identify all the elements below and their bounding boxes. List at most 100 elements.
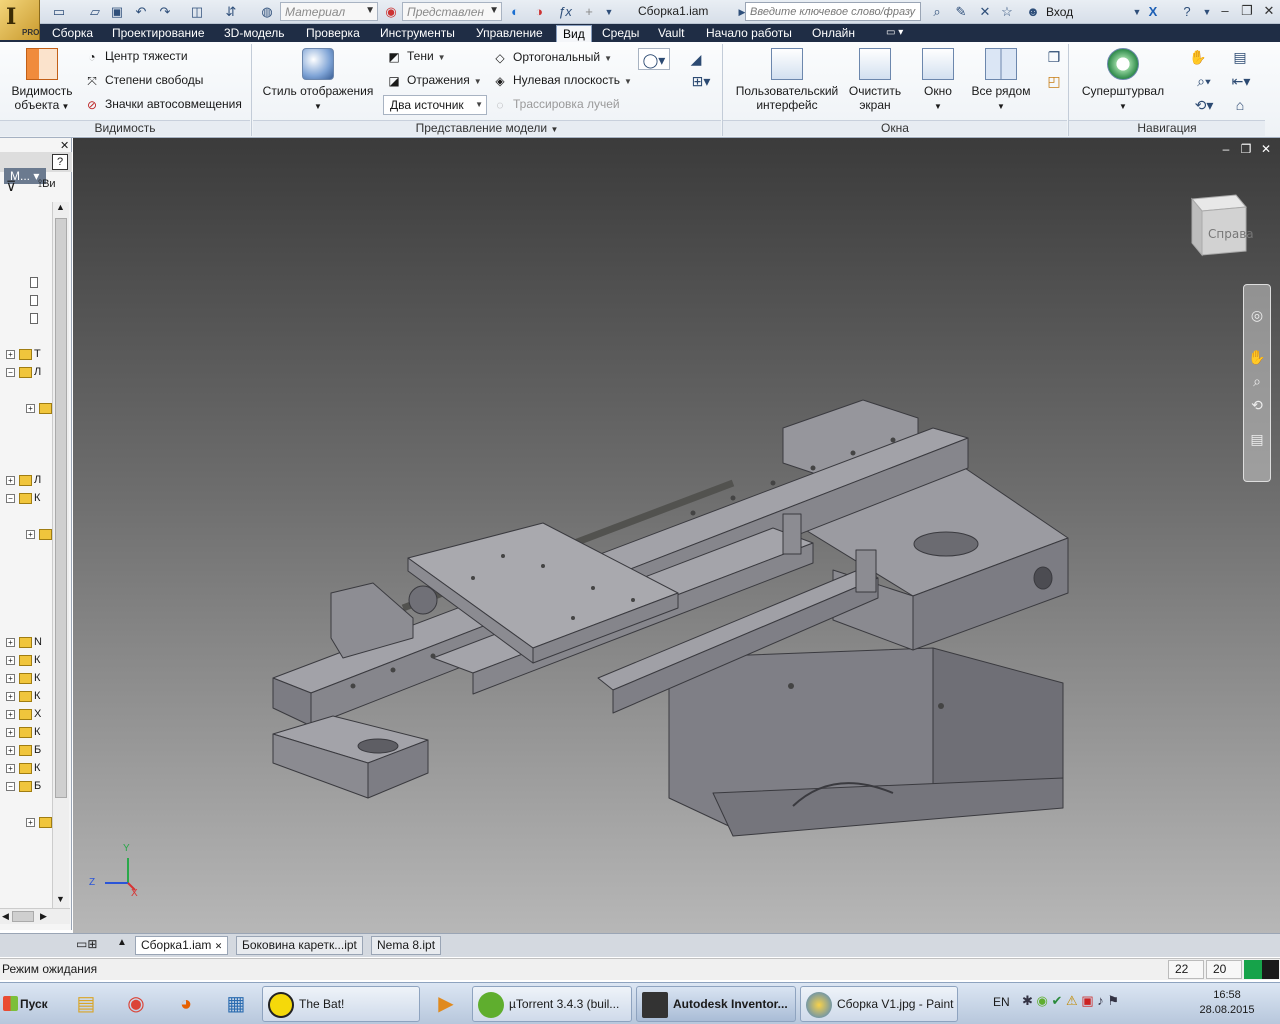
- collapse-icon[interactable]: −: [6, 493, 15, 503]
- favorites-star-icon[interactable]: ☆: [998, 3, 1016, 21]
- tree-node[interactable]: − Л: [6, 364, 41, 380]
- taskbar-paint[interactable]: Сборка V1.jpg - Paint: [800, 986, 958, 1022]
- browser-vertical-scrollbar[interactable]: ▲ ▼: [52, 202, 69, 910]
- restore-icon[interactable]: ❐: [1236, 0, 1258, 22]
- tab-online[interactable]: Онлайн: [806, 25, 861, 42]
- fx-parameters-icon[interactable]: ƒx: [556, 3, 574, 21]
- taskbar-utorrent[interactable]: µTorrent 3.4.3 (buil...: [472, 986, 632, 1022]
- tree-node[interactable]: + К: [6, 652, 40, 668]
- network-tray-icon[interactable]: ▣: [1081, 993, 1093, 1008]
- ray-tracing-button[interactable]: ◌ Трассировка лучей: [492, 94, 619, 114]
- section-view-icon[interactable]: ◢: [684, 48, 708, 70]
- object-visibility-button[interactable]: Видимость объекта ▼: [6, 48, 78, 114]
- tree-node[interactable]: + Х: [6, 706, 41, 722]
- expand-icon[interactable]: +: [6, 709, 15, 719]
- reflections-button[interactable]: ◪ Отражения ▼: [386, 70, 481, 90]
- filter-icon[interactable]: ⊽: [6, 178, 16, 195]
- expand-icon[interactable]: +: [6, 349, 15, 359]
- tools-icon[interactable]: ✎: [952, 3, 970, 21]
- ribbon-options-icon[interactable]: ▭ ▾: [880, 25, 909, 42]
- half-section-icon[interactable]: ⊞▾: [684, 70, 718, 92]
- tab-view[interactable]: Вид: [556, 25, 592, 42]
- scroll-up-icon[interactable]: ▲: [56, 202, 65, 212]
- center-of-gravity-button[interactable]: ◔ Центр тяжести: [84, 46, 187, 66]
- tree-node[interactable]: + К: [6, 724, 40, 740]
- material-combo[interactable]: Материал ▼: [280, 2, 378, 21]
- auto-snap-icons-button[interactable]: ⊘ Значки автосовмещения: [84, 94, 242, 114]
- look-at-icon[interactable]: ▤: [1228, 46, 1252, 68]
- expand-icon[interactable]: +: [26, 403, 35, 413]
- orbit-icon[interactable]: ⟲▾: [1186, 94, 1222, 116]
- orthographic-button[interactable]: ◇ Ортогональный ▼: [492, 47, 612, 67]
- new-file-icon[interactable]: ▭: [50, 3, 68, 21]
- switch-window-button[interactable]: Окно ▼: [916, 48, 960, 114]
- tab-environments[interactable]: Среды: [596, 25, 645, 42]
- warning-tray-icon[interactable]: ⚠: [1066, 993, 1078, 1008]
- tab-inspect[interactable]: Проверка: [300, 25, 366, 42]
- tile-view-icon[interactable]: ▭⊞: [76, 937, 97, 951]
- undo-icon[interactable]: ↶: [132, 3, 150, 21]
- explorer-icon[interactable]: ▤: [64, 986, 108, 1022]
- expand-icon[interactable]: +: [6, 763, 15, 773]
- doc-tab-part-1[interactable]: Боковина каретк...ipt: [236, 936, 363, 955]
- scrollbar-thumb[interactable]: [12, 911, 34, 922]
- browser-view-label[interactable]: ⟟Ви: [38, 178, 56, 191]
- assembly-model[interactable]: [73, 138, 1280, 933]
- tree-node[interactable]: + К: [6, 670, 40, 686]
- previous-view-icon[interactable]: ⇤▾: [1228, 70, 1254, 92]
- scroll-right-icon[interactable]: ▶: [40, 911, 47, 922]
- calculator-icon[interactable]: ▦: [214, 986, 258, 1022]
- tree-node[interactable]: + К: [6, 688, 40, 704]
- clean-screen-button[interactable]: Очистить экран: [846, 48, 904, 112]
- close-tab-icon[interactable]: ✕: [215, 941, 223, 951]
- scrollbar-thumb[interactable]: [55, 218, 67, 798]
- media-player-icon[interactable]: ▶: [424, 986, 468, 1022]
- model-view-panel-title[interactable]: Представление модели ▼: [253, 120, 721, 136]
- pan-icon[interactable]: ✋: [1244, 345, 1270, 369]
- taskbar-inventor[interactable]: Autodesk Inventor...: [636, 986, 796, 1022]
- tab-get-started[interactable]: Начало работы: [700, 25, 798, 42]
- collapse-icon[interactable]: −: [6, 367, 15, 377]
- tab-vault[interactable]: Vault: [652, 25, 690, 42]
- new-window-icon[interactable]: ◰: [1042, 70, 1066, 92]
- bluetooth-icon[interactable]: ✱: [1022, 993, 1033, 1008]
- color-wheel-icon[interactable]: ◉: [382, 3, 400, 21]
- scroll-left-icon[interactable]: ◀: [2, 911, 9, 922]
- tab-tools[interactable]: Инструменты: [374, 25, 461, 42]
- tab-3d-model[interactable]: 3D-модель: [218, 25, 291, 42]
- volume-icon[interactable]: ♪: [1097, 993, 1104, 1008]
- login-link[interactable]: Вход: [1046, 5, 1073, 19]
- cascade-icon[interactable]: ❐: [1042, 46, 1066, 68]
- visual-style-dropdown[interactable]: ◯▾: [638, 48, 670, 70]
- tab-assembly[interactable]: Сборка: [46, 25, 99, 42]
- tile-windows-button[interactable]: Все рядом ▼: [966, 48, 1036, 114]
- expand-icon[interactable]: +: [6, 745, 15, 755]
- open-folder-icon[interactable]: ▱: [86, 3, 104, 21]
- tree-node[interactable]: + Т: [6, 346, 41, 362]
- tree-node[interactable]: − К: [6, 490, 40, 506]
- tree-node[interactable]: − Б: [6, 778, 41, 794]
- update-icon[interactable]: ⇵: [222, 3, 240, 21]
- customize-dropdown-icon[interactable]: ▼: [600, 3, 618, 21]
- browser-horizontal-scrollbar[interactable]: ◀ ▶: [0, 908, 70, 924]
- taskbar-thebat[interactable]: The Bat!: [262, 986, 420, 1022]
- pan-hand-icon[interactable]: ✋: [1186, 46, 1210, 68]
- tree-node[interactable]: + К: [6, 760, 40, 776]
- shadows-button[interactable]: ◩ Тени ▼: [386, 46, 445, 66]
- lighting-combo[interactable]: Два источник ▼: [383, 95, 487, 115]
- tree-node[interactable]: +: [26, 526, 54, 542]
- expand-icon[interactable]: +: [6, 673, 15, 683]
- tree-node[interactable]: + Л: [6, 472, 41, 488]
- expand-icon[interactable]: +: [26, 529, 35, 539]
- firefox-icon[interactable]: ◕: [164, 986, 208, 1022]
- appearance-combo[interactable]: Представлен ▼: [402, 2, 502, 21]
- security-tray-icon[interactable]: ✔: [1052, 993, 1063, 1008]
- language-indicator[interactable]: EN: [993, 995, 1010, 1009]
- browser-help-icon[interactable]: ?: [52, 154, 68, 170]
- graphics-viewport[interactable]: – ❐ ✕ Справа ◎ ✋ ⌕ ⟲ ▤ Y Z X: [73, 138, 1280, 933]
- exchange-apps-icon[interactable]: X: [1144, 3, 1162, 21]
- communication-center-icon[interactable]: ✕: [976, 3, 994, 21]
- orbit-icon[interactable]: ⟲: [1244, 393, 1270, 417]
- flag-tray-icon[interactable]: ⚑: [1107, 993, 1119, 1008]
- start-button[interactable]: Пуск: [0, 987, 52, 1021]
